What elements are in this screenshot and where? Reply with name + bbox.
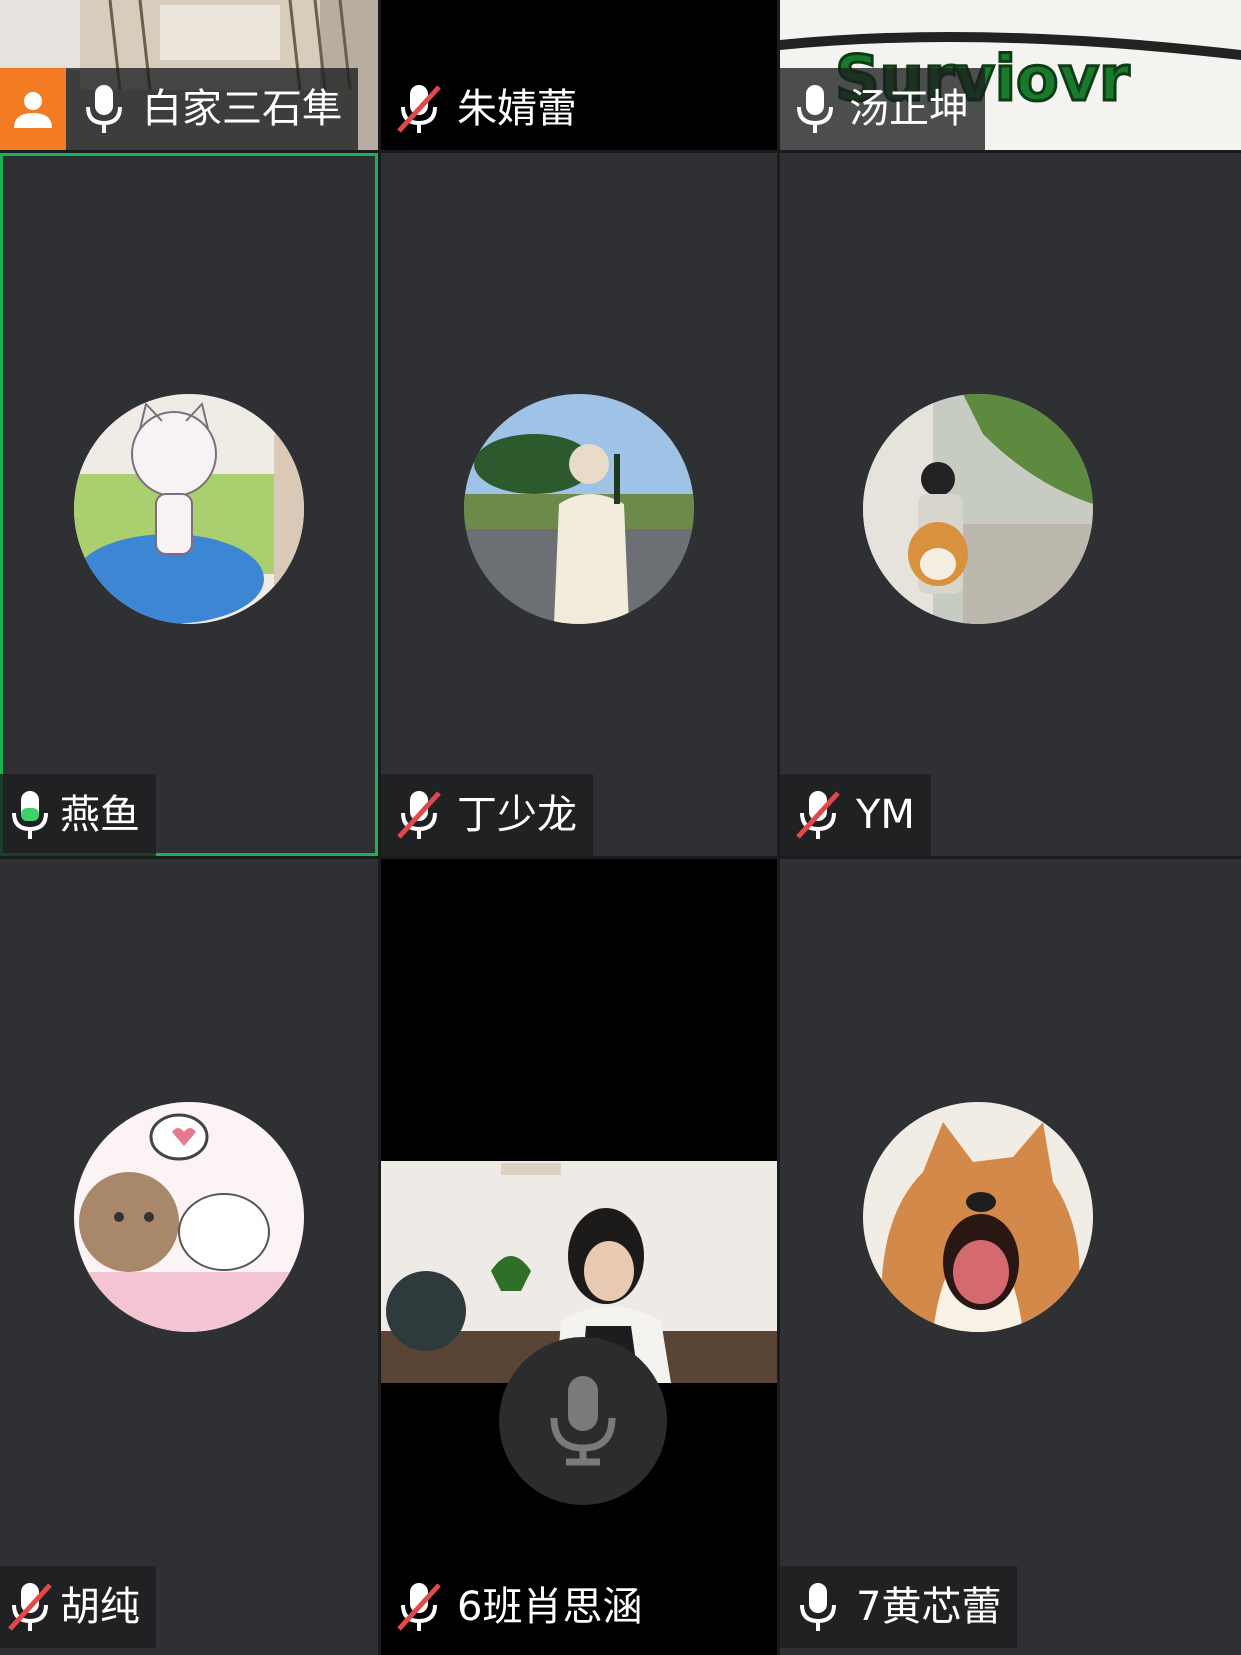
microphone-center-icon[interactable]	[499, 1337, 667, 1505]
participant-name-bar: 7黄芯蕾	[780, 1566, 1018, 1648]
participant-name-bar: 6班肖思涵	[381, 1566, 658, 1648]
participant-name-bar: 燕鱼	[0, 774, 156, 856]
participant-tile-6[interactable]: 胡纯	[0, 859, 378, 1655]
participant-name: 7黄芯蕾	[856, 1584, 1002, 1630]
participant-name-bar: 朱婧蕾	[381, 68, 593, 150]
participant-tile-2[interactable]: Surviovr 汤正坤	[780, 0, 1241, 150]
participant-name-bar: 汤正坤	[780, 68, 985, 150]
participant-name: 丁少龙	[457, 792, 577, 838]
participant-name: 朱婧蕾	[457, 86, 577, 132]
microphone-muted-icon[interactable]	[780, 774, 856, 856]
participant-avatar	[863, 394, 1093, 624]
participant-name-bar: 白家三石隼	[0, 68, 358, 150]
participant-tile-4[interactable]: 丁少龙	[381, 153, 777, 856]
participant-tile-0[interactable]: 白家三石隼	[0, 0, 378, 150]
microphone-muted-icon[interactable]	[0, 1566, 60, 1648]
participant-name: 燕鱼	[60, 792, 140, 838]
participant-name: YM	[856, 792, 915, 838]
participant-tile-8[interactable]: 7黄芯蕾	[780, 859, 1241, 1655]
participant-name: 胡纯	[60, 1584, 140, 1630]
person-icon	[0, 68, 66, 150]
participant-avatar	[74, 394, 304, 624]
participant-avatar	[74, 1102, 304, 1332]
microphone-icon[interactable]	[66, 68, 142, 150]
microphone-muted-icon[interactable]	[381, 68, 457, 150]
participant-name-bar: 丁少龙	[381, 774, 593, 856]
participant-tile-7[interactable]: 6班肖思涵	[381, 859, 777, 1655]
participant-tile-5[interactable]: YM	[780, 153, 1241, 856]
microphone-muted-icon[interactable]	[381, 1566, 457, 1648]
participant-avatar	[464, 394, 694, 624]
participant-name: 汤正坤	[849, 86, 969, 132]
participant-name-bar: YM	[780, 774, 931, 856]
participant-name: 白家三石隼	[142, 86, 342, 132]
participant-name: 6班肖思涵	[457, 1584, 643, 1630]
microphone-icon[interactable]	[780, 68, 849, 150]
participant-tile-1[interactable]: 朱婧蕾	[381, 0, 777, 150]
microphone-speaking-icon[interactable]	[0, 774, 60, 856]
participant-avatar	[863, 1102, 1093, 1332]
participant-tile-3[interactable]: 燕鱼	[0, 153, 378, 856]
microphone-icon[interactable]	[780, 1566, 856, 1648]
microphone-muted-icon[interactable]	[381, 774, 457, 856]
participant-name-bar: 胡纯	[0, 1566, 156, 1648]
